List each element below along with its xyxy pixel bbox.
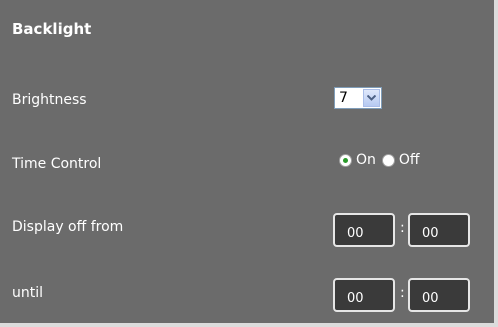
time-separator: : [400, 220, 405, 236]
until-hour-input[interactable]: 00 [333, 278, 395, 312]
brightness-label: Brightness [12, 92, 87, 108]
radio-selected-dot [343, 157, 348, 163]
brightness-select[interactable]: 7 [334, 87, 382, 109]
radio-off-label: Off [398, 152, 420, 168]
brightness-value: 7 [339, 90, 348, 106]
chevron-down-icon [363, 89, 380, 107]
radio-on-label: On [356, 152, 376, 168]
display-off-from-hour-input[interactable]: 00 [333, 213, 395, 247]
until-minute-input[interactable]: 00 [408, 278, 470, 312]
radio-off[interactable] [381, 153, 395, 167]
time-control-label: Time Control [12, 156, 102, 172]
time-control-radio-group: On Off [339, 152, 426, 168]
radio-on[interactable] [339, 153, 352, 167]
time-separator: : [400, 285, 405, 301]
section-title: Backlight [12, 20, 92, 38]
display-off-from-label: Display off from [12, 219, 124, 235]
display-off-from-minute-input[interactable]: 00 [408, 213, 470, 247]
until-label: until [12, 285, 44, 301]
